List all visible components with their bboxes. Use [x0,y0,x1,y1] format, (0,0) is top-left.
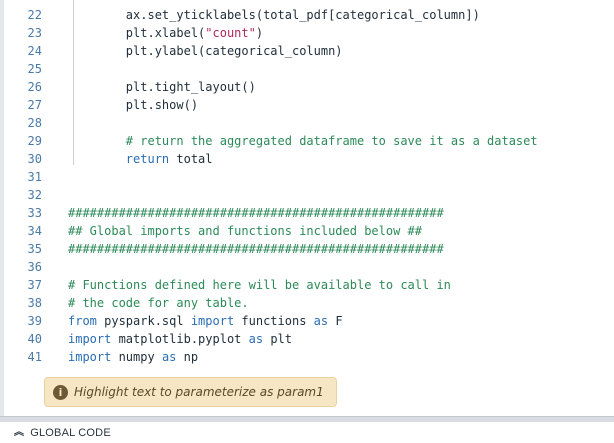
code-line[interactable]: 23 plt.xlabel("count") [4,24,614,42]
code-text: plt.xlabel("count") [68,24,263,42]
code-line[interactable]: 40 import matplotlib.pyplot as plt [4,330,614,348]
code-line[interactable]: 38 # the code for any table. [4,294,614,312]
code-token: np [176,350,199,364]
comment-token: ########################################… [68,206,444,220]
line-number: 41 [27,350,42,364]
line-number: 25 [27,62,42,76]
keyword-token: import [68,350,112,364]
code-line[interactable]: 22 ax.set_yticklabels(total_pdf[categori… [4,6,614,24]
code-token: pyspark.sql [96,314,191,328]
code-text: import numpy as np [68,348,198,366]
code-text: plt.show() [68,96,198,114]
code-token: ) [255,26,264,40]
code-text: from pyspark.sql import functions as F [68,312,343,330]
code-text: ## Global imports and functions included… [68,222,422,240]
keyword-token: return [125,152,170,166]
line-number: 22 [27,8,42,22]
parameterize-hint: i Highlight text to parameterize as para… [44,377,337,407]
code-text: plt.tight_layout() [68,78,256,96]
code-text: # the code for any table. [68,294,249,312]
code-text: ########################################… [68,240,444,258]
code-token: plt.show() [68,98,199,112]
code-token: plt.tight_layout() [68,80,256,94]
code-token: plt [263,332,292,346]
code-text: ########################################… [68,204,444,222]
keyword-token: from [68,314,97,328]
code-line[interactable]: 36 [4,258,614,276]
keyword-token: as [248,332,264,346]
global-code-section-header[interactable]: ︽ GLOBAL CODE [0,422,614,443]
code-text: return total [68,150,213,168]
info-icon: i [53,384,68,400]
line-number: 29 [27,134,42,148]
comment-token: # the code for any table. [68,296,249,310]
code-token: matplotlib.pyplot [111,332,249,346]
code-line[interactable]: 24 plt.ylabel(categorical_column) [4,42,614,60]
line-number: 33 [27,206,42,220]
code-token: ax.set_yticklabels(total_pdf[categorical… [68,8,480,22]
code-line[interactable]: 30 return total [4,150,614,168]
line-number: 28 [27,116,42,130]
code-token: total [169,152,213,166]
line-number: 37 [27,278,42,292]
chevron-double-up-icon[interactable]: ︽ [14,427,24,438]
code-token: functions [234,314,314,328]
keyword-token: import [190,314,235,328]
code-line[interactable]: 34 ## Global imports and functions includ… [4,222,614,240]
code-workbook-window: 22 ax.set_yticklabels(total_pdf[categori… [0,0,614,443]
line-number: 26 [27,80,42,94]
code-token: plt.ylabel(categorical_column) [68,44,343,58]
line-number: 31 [27,170,42,184]
line-number: 27 [27,98,42,112]
code-line[interactable]: 27 plt.show() [4,96,614,114]
code-text: import matplotlib.pyplot as plt [68,330,292,348]
code-token: F [328,314,343,328]
code-token: plt.xlabel( [68,26,206,40]
line-number: 32 [27,188,42,202]
code-line[interactable]: 39 from pyspark.sql import functions as F [4,312,614,330]
line-number: 30 [27,152,42,166]
keyword-token: as [313,314,329,328]
line-number: 23 [27,26,42,40]
comment-token: ## Global imports and functions included… [68,224,423,238]
line-number: 39 [27,314,42,328]
line-number: 40 [27,332,42,346]
code-editor[interactable]: 22 ax.set_yticklabels(total_pdf[categori… [4,0,614,416]
code-token: numpy [111,350,162,364]
code-line[interactable]: 35 ######################################… [4,240,614,258]
parameterize-hint-text: Highlight text to parameterize as param1 [74,385,324,399]
comment-token: ########################################… [68,242,444,256]
keyword-token: as [161,350,177,364]
line-number: 34 [27,224,42,238]
code-line[interactable]: 32 [4,186,614,204]
code-line[interactable]: 28 [4,114,614,132]
line-number: 24 [27,44,42,58]
global-code-label: GLOBAL CODE [30,426,111,439]
line-number: 36 [27,260,42,274]
string-token: "count" [205,26,256,40]
code-text: # return the aggregated dataframe to sav… [68,132,538,150]
code-text: ax.set_yticklabels(total_pdf[categorical… [68,6,480,24]
code-text: plt.ylabel(categorical_column) [68,42,343,60]
code-line[interactable]: 37 # Functions defined here will be avail… [4,276,614,294]
keyword-token: import [68,332,112,346]
code-line[interactable]: 25 [4,60,614,78]
comment-token: # Functions defined here will be availab… [68,278,451,292]
code-line[interactable]: 29 # return the aggregated dataframe to … [4,132,614,150]
line-number: 35 [27,242,42,256]
code-line[interactable]: 41 import numpy as np [4,348,614,366]
comment-token: # return the aggregated dataframe to sav… [68,134,538,148]
line-number: 38 [27,296,42,310]
code-line[interactable]: 26 plt.tight_layout() [4,78,614,96]
code-line[interactable]: 31 [4,168,614,186]
code-line[interactable]: 33 ######################################… [4,204,614,222]
code-text: # Functions defined here will be availab… [68,276,451,294]
